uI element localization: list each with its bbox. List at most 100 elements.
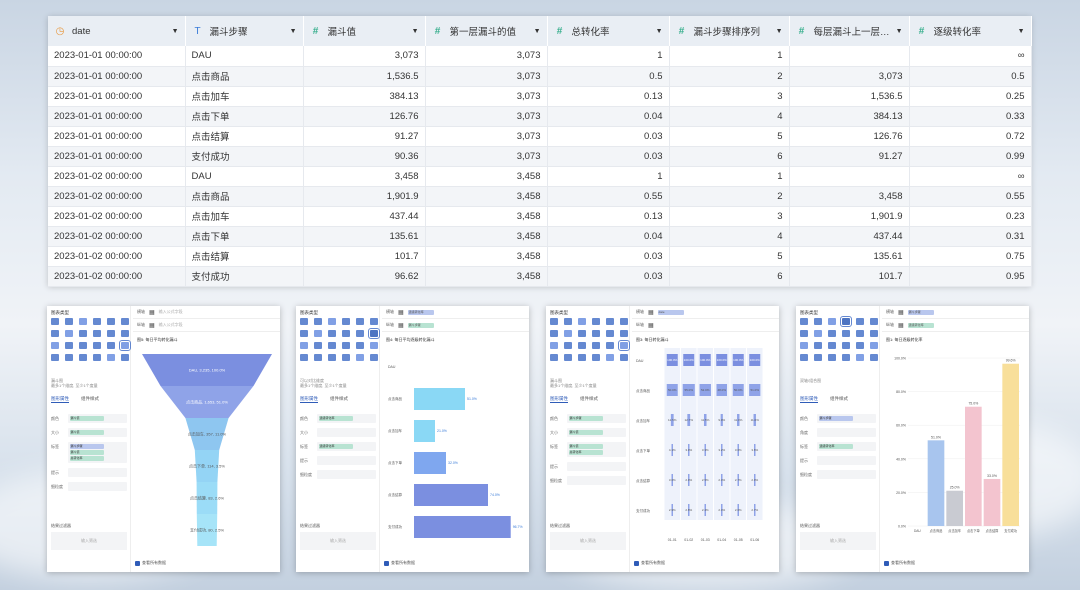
- chart-type-icon[interactable]: [550, 354, 558, 361]
- chart-type-icon[interactable]: [550, 330, 558, 337]
- chart-editor-funnel[interactable]: 图表类型 漏斗图 最多1个维度, 至少1个度量 图形属性 组件样式 颜色 漏斗值 大小 漏斗值…: [47, 306, 280, 572]
- table-cell[interactable]: 3,458: [425, 206, 548, 227]
- field-chip[interactable]: 漏斗值: [69, 429, 104, 435]
- shelf-pill[interactable]: 逐级转化率: [907, 322, 934, 328]
- chart-type-icon[interactable]: [314, 318, 322, 325]
- result-filter-box[interactable]: 输入筛选: [51, 532, 127, 550]
- table-cell[interactable]: 4: [669, 106, 790, 127]
- chart-type-icon[interactable]: [93, 318, 101, 325]
- chart-editor-step-rate[interactable]: 图表类型 双轴/组合图 图形属性 组件样式 颜色 漏斗步骤 角度 标签 逐级转化率 提示 细粒度 结果…: [796, 306, 1029, 572]
- field-chip[interactable]: 总转化率: [69, 455, 104, 461]
- shelf-pill[interactable]: 逐级转化率: [407, 309, 434, 315]
- chart-type-icon[interactable]: [107, 354, 115, 361]
- table-row[interactable]: 2023-01-02 00:00:00 点击结算 101.7 3,458 0.03 5 13…: [48, 246, 1032, 267]
- field-well-drop[interactable]: 漏斗值: [68, 428, 127, 437]
- table-cell[interactable]: 0.95: [909, 266, 1032, 287]
- chart-type-icon[interactable]: [79, 354, 87, 361]
- chart-type-icon[interactable]: [107, 342, 115, 349]
- table-cell[interactable]: 0.04: [547, 106, 670, 127]
- chart-type-icon[interactable]: [606, 342, 614, 349]
- chart-type-icon[interactable]: [856, 318, 864, 325]
- chevron-down-icon[interactable]: ▼: [776, 28, 783, 35]
- table-row[interactable]: 2023-01-02 00:00:00 点击商品 1,901.9 3,458 0.55 2…: [48, 186, 1032, 207]
- field-well-drop[interactable]: 漏斗值: [68, 414, 127, 423]
- table-cell[interactable]: 2023-01-02 00:00:00: [48, 166, 186, 187]
- result-filter-box[interactable]: 输入筛选: [300, 532, 376, 550]
- chart-type-icon[interactable]: [870, 354, 878, 361]
- chart-type-icon[interactable]: [856, 354, 864, 361]
- table-cell[interactable]: 2023-01-01 00:00:00: [48, 66, 186, 87]
- chart-type-icon[interactable]: [79, 318, 87, 325]
- column-header[interactable]: # 漏斗值 ▼: [303, 16, 426, 46]
- chart-type-icon[interactable]: [314, 354, 322, 361]
- table-row[interactable]: 2023-01-01 00:00:00 支付成功 90.36 3,073 0.03 6 91…: [48, 146, 1032, 167]
- chart-type-icon[interactable]: [300, 354, 308, 361]
- tab-graph-properties[interactable]: 图形属性: [300, 396, 318, 403]
- table-cell[interactable]: 1,536.5: [789, 86, 910, 107]
- table-cell[interactable]: 0.13: [547, 86, 670, 107]
- table-cell[interactable]: 0.55: [909, 186, 1032, 207]
- table-cell[interactable]: 96.62: [303, 266, 426, 287]
- chart-type-icon[interactable]: [79, 330, 87, 337]
- chart-type-icon[interactable]: [814, 330, 822, 337]
- column-header[interactable]: ◷ date ▼: [48, 16, 186, 46]
- chevron-down-icon[interactable]: ▼: [1018, 28, 1025, 35]
- table-cell[interactable]: ∞: [909, 46, 1032, 67]
- chart-type-icon[interactable]: [356, 318, 364, 325]
- table-row[interactable]: 2023-01-02 00:00:00 支付成功 96.62 3,458 0.03 6 10…: [48, 266, 1032, 287]
- chart-type-icon[interactable]: [356, 330, 364, 337]
- field-chip[interactable]: 漏斗步骤: [568, 415, 603, 421]
- field-chip[interactable]: 逐级转化率: [818, 443, 853, 449]
- table-cell[interactable]: 126.76: [303, 106, 426, 127]
- table-cell[interactable]: 1,901.9: [303, 186, 426, 207]
- table-cell[interactable]: 支付成功: [185, 146, 304, 167]
- shelf-pill[interactable]: date: [657, 309, 684, 315]
- chart-type-icon[interactable]: [107, 330, 115, 337]
- chart-editor-step-bar[interactable]: 图表类型 可以对比维度 最多1个维度, 至少1个度量 图形属性 组件样式 颜色 逐级转化率…: [296, 306, 529, 572]
- field-well-drop[interactable]: 逐级转化率: [317, 414, 376, 423]
- table-cell[interactable]: 4: [669, 226, 790, 247]
- table-cell[interactable]: 1: [547, 46, 670, 67]
- column-header[interactable]: T 漏斗步骤 ▼: [185, 16, 304, 46]
- table-cell[interactable]: 3,458: [425, 186, 548, 207]
- field-well-drop[interactable]: 逐级转化率: [317, 442, 376, 451]
- table-cell[interactable]: 0.31: [909, 226, 1032, 247]
- chart-type-icon[interactable]: [828, 330, 836, 337]
- table-cell[interactable]: 135.61: [303, 226, 426, 247]
- tab-component-style[interactable]: 组件样式: [81, 396, 99, 403]
- column-header[interactable]: # 逐级转化率 ▼: [909, 16, 1032, 46]
- field-well[interactable]: 提示: [550, 462, 626, 471]
- y-axis-shelf[interactable]: 纵轴 ▦ 逐级转化率: [882, 319, 1029, 332]
- chart-type-icon[interactable]: [93, 342, 101, 349]
- table-cell[interactable]: 点击加车: [185, 206, 304, 227]
- field-well[interactable]: 细粒度: [800, 470, 876, 479]
- table-cell[interactable]: 3,073: [303, 46, 426, 67]
- chart-type-icon[interactable]: [620, 318, 628, 325]
- table-cell[interactable]: [789, 46, 910, 67]
- table-cell[interactable]: 3,458: [425, 166, 548, 187]
- chart-type-icon[interactable]: [51, 342, 59, 349]
- table-cell[interactable]: 2023-01-02 00:00:00: [48, 186, 186, 207]
- table-cell[interactable]: 点击下单: [185, 226, 304, 247]
- table-cell[interactable]: 点击加车: [185, 86, 304, 107]
- table-cell[interactable]: 支付成功: [185, 266, 304, 287]
- field-well[interactable]: 角度: [800, 428, 876, 437]
- table-cell[interactable]: 0.13: [547, 206, 670, 227]
- table-cell[interactable]: 0.72: [909, 126, 1032, 147]
- chart-type-icon[interactable]: [51, 318, 59, 325]
- chart-type-icon[interactable]: [51, 330, 59, 337]
- field-well-drop[interactable]: [817, 428, 876, 437]
- tab-graph-properties[interactable]: 图形属性: [550, 396, 568, 403]
- chart-type-icon[interactable]: [800, 330, 808, 337]
- chart-type-icon[interactable]: [342, 330, 350, 337]
- table-cell[interactable]: 3: [669, 206, 790, 227]
- table-cell[interactable]: 0.25: [909, 86, 1032, 107]
- chart-type-icon[interactable]: [93, 354, 101, 361]
- column-header[interactable]: # 每层漏斗上一层漏... ▼: [789, 16, 910, 46]
- field-chip[interactable]: 逐级转化率: [318, 415, 353, 421]
- table-cell[interactable]: 384.13: [789, 106, 910, 127]
- column-header[interactable]: # 第一层漏斗的值 ▼: [425, 16, 548, 46]
- table-cell[interactable]: 135.61: [789, 246, 910, 267]
- chart-type-icon[interactable]: [342, 342, 350, 349]
- chart-type-icon[interactable]: [300, 318, 308, 325]
